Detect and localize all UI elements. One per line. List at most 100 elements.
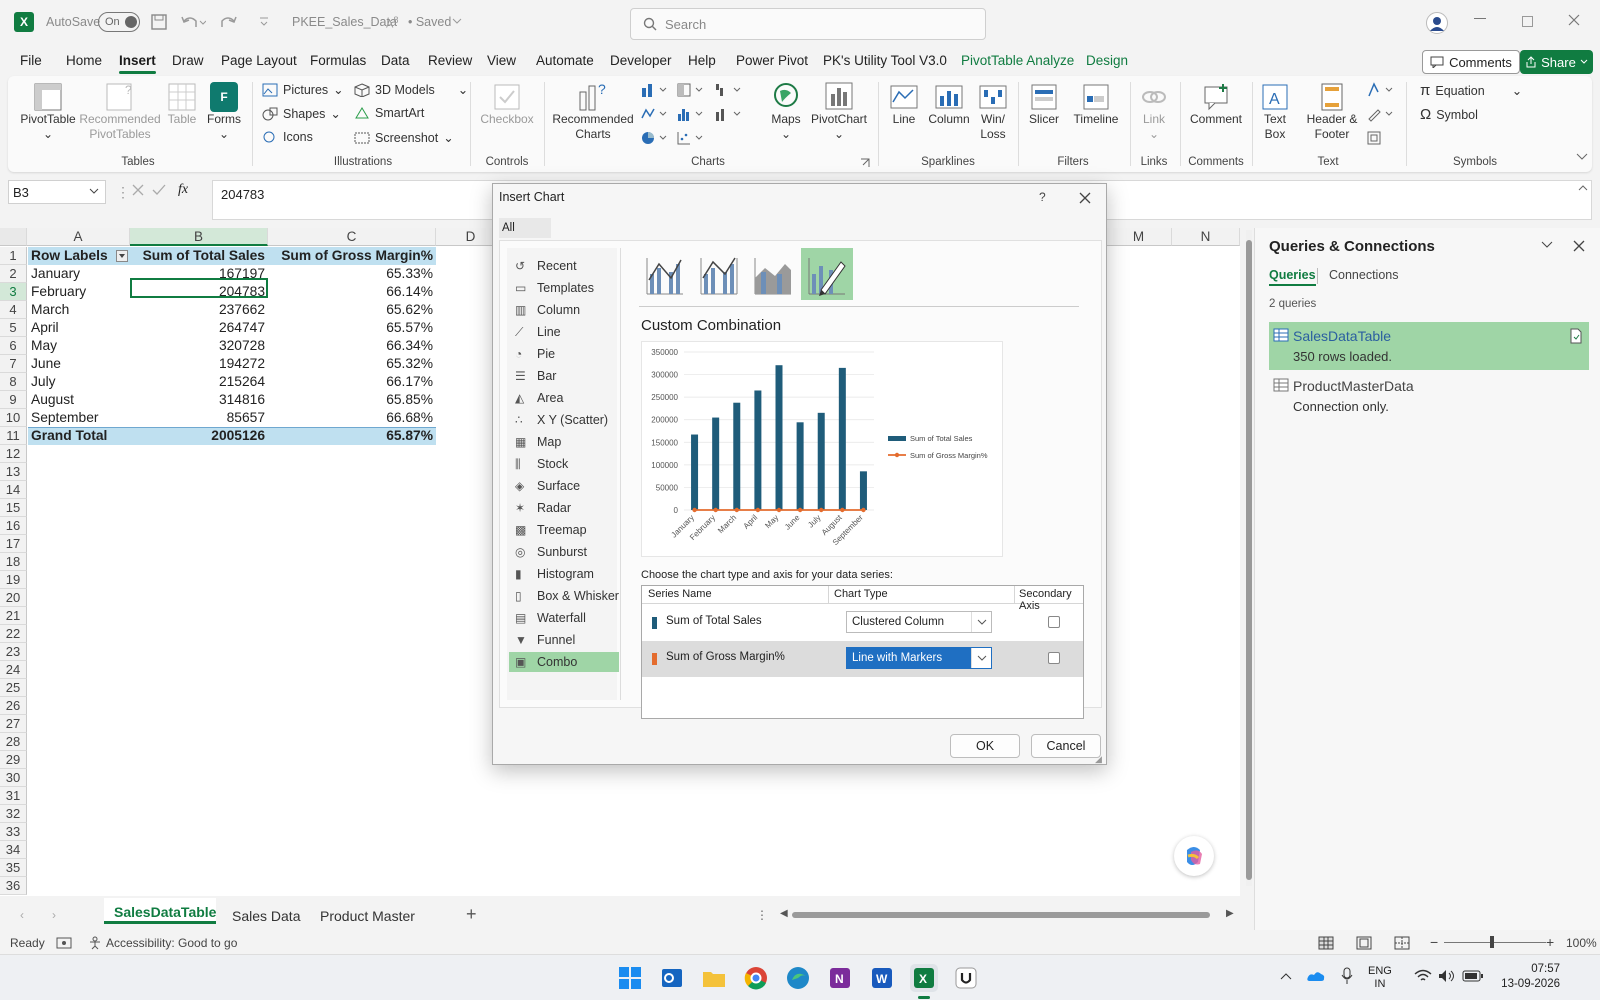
series-row-gross-margin[interactable]: Sum of Gross Margin% Line with Markers xyxy=(642,641,1083,677)
tab-home[interactable]: Home xyxy=(66,53,102,68)
chart-type-surface[interactable]: ◈ Surface xyxy=(509,476,619,496)
chart-type-bar[interactable]: ☰ Bar xyxy=(509,366,619,386)
tab-design[interactable]: Design xyxy=(1086,53,1128,68)
save-status[interactable]: • Saved xyxy=(408,15,451,29)
row-header[interactable]: 4 xyxy=(0,301,27,319)
scroll-left-icon[interactable]: ◀ xyxy=(780,908,788,919)
chart-type-column[interactable]: ▥ Column xyxy=(509,300,619,320)
chart-type-radar[interactable]: ✶ Radar xyxy=(509,498,619,518)
add-sheet-icon[interactable]: + xyxy=(466,904,477,925)
symbol-button[interactable]: Ω Symbol xyxy=(1420,106,1478,123)
cancel-entry-icon[interactable] xyxy=(132,184,144,196)
pivot-gross-margin-cell[interactable]: 65.33% xyxy=(268,265,436,283)
row-header[interactable]: 26 xyxy=(0,697,27,715)
chevron-down-icon[interactable] xyxy=(1541,240,1553,250)
pivot-gross-margin-cell[interactable]: 65.85% xyxy=(268,391,436,409)
column-header-n[interactable]: N xyxy=(1172,228,1240,246)
row-header[interactable]: 3 xyxy=(0,283,27,301)
tab-automate[interactable]: Automate xyxy=(536,53,594,68)
insert-function-button[interactable]: fx xyxy=(178,182,188,198)
pivot-total-sales-cell[interactable]: 314816 xyxy=(130,391,268,409)
hierarchy-chart-dropdown[interactable] xyxy=(676,82,706,98)
textbox-button[interactable]: A Text Box xyxy=(1258,82,1292,142)
grand-total-sales[interactable]: 2005126 xyxy=(130,427,268,445)
subtype-clustered-column-line[interactable] xyxy=(641,250,689,298)
pivot-header-gross-margin[interactable]: Sum of Gross Margin% xyxy=(268,247,436,265)
wordart-dropdown[interactable] xyxy=(1366,82,1396,98)
zoom-slider[interactable] xyxy=(1444,942,1546,943)
chart-type-stock[interactable]: ⫼ Stock xyxy=(509,454,619,474)
pivot-total-sales-cell[interactable]: 85657 xyxy=(130,409,268,427)
chart-type-templates[interactable]: ▭ Templates xyxy=(509,278,619,298)
pivotchart-button[interactable]: PivotChart ⌄ xyxy=(808,80,870,142)
row-header[interactable]: 27 xyxy=(0,715,27,733)
column-header-b[interactable]: B xyxy=(130,228,268,246)
row-header[interactable]: 35 xyxy=(0,859,27,877)
pivot-gross-margin-cell[interactable]: 65.62% xyxy=(268,301,436,319)
pivot-row-label[interactable]: February xyxy=(28,283,130,301)
row-header[interactable]: 2 xyxy=(0,265,27,283)
minimize-icon[interactable] xyxy=(1474,18,1486,19)
scroll-right-icon[interactable]: ▶ xyxy=(1226,908,1234,919)
row-header[interactable]: 14 xyxy=(0,481,27,499)
row-header[interactable]: 15 xyxy=(0,499,27,517)
row-header[interactable]: 25 xyxy=(0,679,27,697)
chart-type-line[interactable]: ⟋ Line xyxy=(509,322,619,342)
row-header[interactable]: 32 xyxy=(0,805,27,823)
pivot-gross-margin-cell[interactable]: 65.32% xyxy=(268,355,436,373)
autosave-toggle[interactable]: On xyxy=(98,12,140,32)
row-header[interactable]: 16 xyxy=(0,517,27,535)
chart-type-treemap[interactable]: ▩ Treemap xyxy=(509,520,619,540)
tab-connections[interactable]: Connections xyxy=(1329,268,1399,282)
3d-models-button[interactable]: 3D Models ⌄ xyxy=(354,82,468,97)
row-header[interactable]: 34 xyxy=(0,841,27,859)
excel-taskbar-icon[interactable]: X xyxy=(910,964,938,992)
microphone-icon[interactable] xyxy=(1340,967,1354,985)
row-header[interactable]: 8 xyxy=(0,373,27,391)
row-header[interactable]: 17 xyxy=(0,535,27,553)
row-header[interactable]: 22 xyxy=(0,625,27,643)
sparkline-winloss-button[interactable]: Win/ Loss xyxy=(974,82,1012,142)
language-indicator[interactable]: ENG IN xyxy=(1368,965,1392,991)
forms-button[interactable]: F Forms ⌄ xyxy=(204,82,244,142)
query-item-salesdatatable[interactable]: SalesDataTable 350 rows loaded. xyxy=(1269,322,1589,370)
pivot-total-sales-cell[interactable]: 204783 xyxy=(130,283,268,301)
zoom-slider-thumb[interactable] xyxy=(1490,936,1494,948)
pivot-total-sales-cell[interactable]: 264747 xyxy=(130,319,268,337)
chevron-up-icon[interactable] xyxy=(1280,971,1292,981)
column-header-c[interactable]: C xyxy=(268,228,436,246)
page-break-view-icon[interactable] xyxy=(1394,936,1410,950)
link-button[interactable]: Link ⌄ xyxy=(1134,82,1174,142)
pivot-total-sales-cell[interactable]: 194272 xyxy=(130,355,268,373)
subtype-column-line-secondary[interactable] xyxy=(695,250,743,298)
pivot-header-row-labels[interactable]: Row Labels xyxy=(28,247,130,265)
row-header[interactable]: 6 xyxy=(0,337,27,355)
tab-file[interactable]: File xyxy=(20,53,42,68)
tab-all-charts[interactable]: All Charts xyxy=(499,218,551,254)
row-header[interactable]: 18 xyxy=(0,553,27,571)
pivot-row-label[interactable]: September xyxy=(28,409,130,427)
wifi-icon[interactable] xyxy=(1414,969,1432,983)
chrome-icon[interactable] xyxy=(742,964,770,992)
sheet-tab-product-master[interactable]: Product Master xyxy=(320,908,415,924)
pictures-button[interactable]: Pictures ⌄ xyxy=(262,82,344,97)
tab-help[interactable]: Help xyxy=(688,53,716,68)
chart-type-pie[interactable]: ◔ Pie xyxy=(509,344,619,364)
file-name[interactable]: PKEE_Sales_Data xyxy=(292,15,397,29)
sparkline-column-button[interactable]: Column xyxy=(926,82,972,127)
accessibility-status[interactable]: Accessibility: Good to go xyxy=(106,936,237,950)
restore-icon[interactable] xyxy=(1522,16,1533,27)
object-button[interactable] xyxy=(1366,130,1382,146)
scatter-chart-dropdown[interactable] xyxy=(676,130,706,146)
row-header[interactable]: 11 xyxy=(0,427,27,445)
tab-draw[interactable]: Draw xyxy=(172,53,204,68)
screenshot-button[interactable]: Screenshot ⌄ xyxy=(354,130,454,145)
chart-type-x-y-scatter[interactable]: ∴ X Y (Scatter) xyxy=(509,410,619,430)
query-item-productmasterdata[interactable]: ProductMasterData Connection only. xyxy=(1269,374,1589,418)
grand-total-margin[interactable]: 65.87% xyxy=(268,427,436,445)
macro-recording-icon[interactable] xyxy=(56,936,72,950)
pivot-gross-margin-cell[interactable]: 66.68% xyxy=(268,409,436,427)
row-header[interactable]: 10 xyxy=(0,409,27,427)
zoom-level[interactable]: 100% xyxy=(1566,936,1597,950)
avatar[interactable] xyxy=(1426,12,1448,34)
